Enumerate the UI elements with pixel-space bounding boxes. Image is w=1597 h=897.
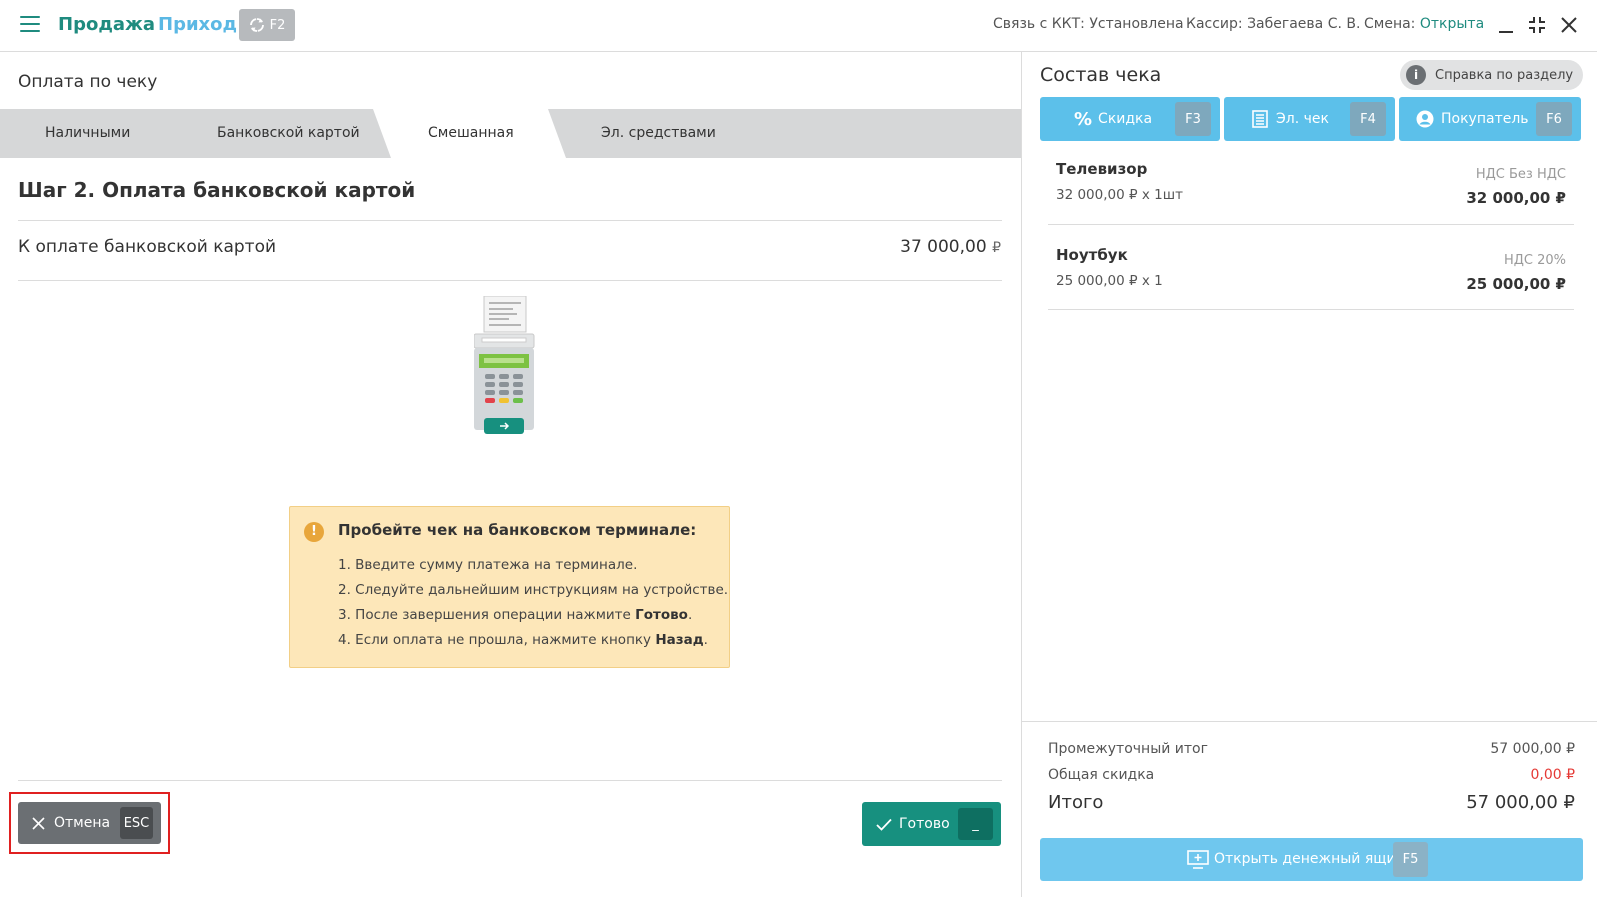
nav-income[interactable]: Приход (158, 14, 237, 35)
item-qty: 32 000,00 ₽ x 1шт (1056, 187, 1183, 203)
step-bold: Готово (635, 607, 688, 623)
close-icon (32, 816, 45, 830)
divider (18, 220, 1002, 221)
notice-title: Пробейте чек на банковском терминале: (338, 521, 697, 539)
divider (18, 780, 1002, 781)
notice-step: 3. После завершения операции нажмите Гот… (338, 603, 728, 628)
discount-row: Общая скидка 0,00 ₽ (1048, 767, 1575, 783)
to-pay-value: 37 000,00 (900, 237, 987, 257)
sync-button[interactable]: F2 (239, 9, 295, 41)
info-icon: ! (304, 522, 324, 542)
receipt-item[interactable]: Телевизор 32 000,00 ₽ x 1шт НДС Без НДС … (1048, 160, 1574, 240)
to-pay-amount: 37 000,00 ₽ (900, 237, 1001, 257)
item-name: Ноутбук (1056, 246, 1128, 264)
done-label: Готово (899, 816, 950, 832)
notice-step: 4. Если оплата не прошла, нажмите кнопку… (338, 628, 728, 653)
shift-value: Открыта (1419, 16, 1485, 32)
e-receipt-label: Эл. чек (1276, 111, 1329, 127)
tab-mixed[interactable]: Смешанная (428, 109, 514, 158)
discount-label: Скидка (1098, 111, 1153, 127)
item-vat: НДС Без НДС (1475, 167, 1566, 182)
step-text: 1. Введите сумму платежа на терминале. (338, 557, 638, 573)
step-title: Шаг 2. Оплата банковской картой (18, 178, 416, 202)
percent-icon: % (1074, 108, 1093, 130)
tab-electronic[interactable]: Эл. средствами (601, 109, 716, 158)
to-pay-label: К оплате банковской картой (18, 237, 277, 257)
divider (1048, 309, 1574, 310)
receipt-title: Состав чека (1040, 64, 1162, 86)
total-value: 57 000,00 ₽ (1466, 792, 1575, 813)
top-bar: Продажа Приход F2 Связь с ККТ: Установле… (0, 0, 1597, 52)
done-key: _ (958, 808, 993, 840)
notice-step: 1. Введите сумму платежа на терминале. (338, 553, 728, 578)
cancel-label: Отмена (54, 815, 111, 831)
shift-label: Смена: (1364, 16, 1416, 32)
payment-tabs: Наличными Банковской картой Смешанная Эл… (0, 109, 1021, 158)
cancel-key: ESC (120, 807, 153, 839)
discount-total-label: Общая скидка (1048, 767, 1155, 783)
customer-key: F6 (1536, 102, 1572, 136)
sync-key: F2 (269, 17, 286, 33)
item-vat: НДС 20% (1503, 253, 1566, 268)
step-bold: Назад (655, 632, 704, 648)
step-end: . (687, 607, 693, 623)
item-name: Телевизор (1056, 160, 1148, 178)
item-sum: 25 000,00 ₽ (1466, 275, 1566, 293)
step-text: 2. Следуйте дальнейшим инструкциям на ус… (338, 582, 729, 598)
tab-cash[interactable]: Наличными (45, 109, 130, 158)
subtotal-row: Промежуточный итог 57 000,00 ₽ (1048, 741, 1575, 757)
payment-title: Оплата по чеку (18, 72, 158, 92)
drawer-key: F5 (1393, 842, 1428, 877)
help-label: Справка по разделу (1435, 67, 1574, 83)
receipt-icon (1252, 110, 1268, 128)
currency-sign: ₽ (992, 240, 1001, 256)
receipt-pane: Состав чека i Справка по разделу % Скидк… (1022, 52, 1597, 897)
menu-icon[interactable] (20, 16, 40, 34)
card-terminal-icon (474, 296, 535, 434)
cash-drawer-icon (1187, 850, 1209, 869)
item-qty: 25 000,00 ₽ x 1 (1056, 273, 1163, 289)
done-button[interactable]: Готово _ (862, 802, 1001, 846)
subtotal-label: Промежуточный итог (1048, 741, 1208, 757)
discount-button[interactable]: % Скидка F3 (1040, 97, 1220, 141)
step-end: . (703, 632, 708, 648)
notice-step: 2. Следуйте дальнейшим инструкциям на ус… (338, 578, 728, 603)
kkt-status: Связь с ККТ: Установлена (993, 16, 1184, 32)
payment-pane: Оплата по чеку Наличными Банковской карт… (0, 52, 1022, 897)
item-sum: 32 000,00 ₽ (1466, 189, 1566, 207)
customer-label: Покупатель (1441, 111, 1529, 127)
user-icon (1416, 110, 1434, 128)
close-icon[interactable] (1558, 14, 1580, 36)
e-receipt-key: F4 (1350, 102, 1386, 136)
notice-steps: 1. Введите сумму платежа на терминале. 2… (338, 553, 728, 653)
divider (18, 280, 1002, 281)
drawer-label: Открыть денежный ящик (1214, 851, 1405, 867)
receipt-item[interactable]: Ноутбук 25 000,00 ₽ x 1 НДС 20% 25 000,0… (1048, 246, 1574, 326)
cashier-name: Кассир: Забегаева С. В. (1186, 16, 1361, 32)
minimize-icon[interactable] (1495, 14, 1517, 36)
instruction-notice: ! Пробейте чек на банковском терминале: … (289, 506, 730, 668)
check-icon (876, 818, 892, 831)
cancel-button[interactable]: Отмена ESC (18, 802, 161, 844)
sync-icon (249, 18, 264, 32)
total-row: Итого 57 000,00 ₽ (1048, 792, 1575, 813)
customer-button[interactable]: Покупатель F6 (1399, 97, 1581, 141)
help-button[interactable]: i Справка по разделу (1400, 60, 1583, 90)
total-label: Итого (1048, 792, 1104, 813)
discount-key: F3 (1175, 102, 1211, 136)
tab-card[interactable]: Банковской картой (217, 109, 360, 158)
step-text: 3. После завершения операции нажмите (338, 607, 636, 623)
discount-total-value: 0,00 ₽ (1530, 767, 1575, 783)
nav-sale[interactable]: Продажа (58, 14, 155, 35)
divider (1022, 721, 1597, 722)
divider (1048, 224, 1574, 225)
e-receipt-button[interactable]: Эл. чек F4 (1224, 97, 1395, 141)
open-cash-drawer-button[interactable]: Открыть денежный ящик F5 (1040, 838, 1583, 881)
step-text: 4. Если оплата не прошла, нажмите кнопку (338, 632, 656, 648)
info-icon: i (1406, 65, 1426, 85)
subtotal-value: 57 000,00 ₽ (1490, 741, 1575, 757)
collapse-icon[interactable] (1526, 14, 1548, 36)
shift-status: Смена: Открыта (1364, 16, 1484, 32)
